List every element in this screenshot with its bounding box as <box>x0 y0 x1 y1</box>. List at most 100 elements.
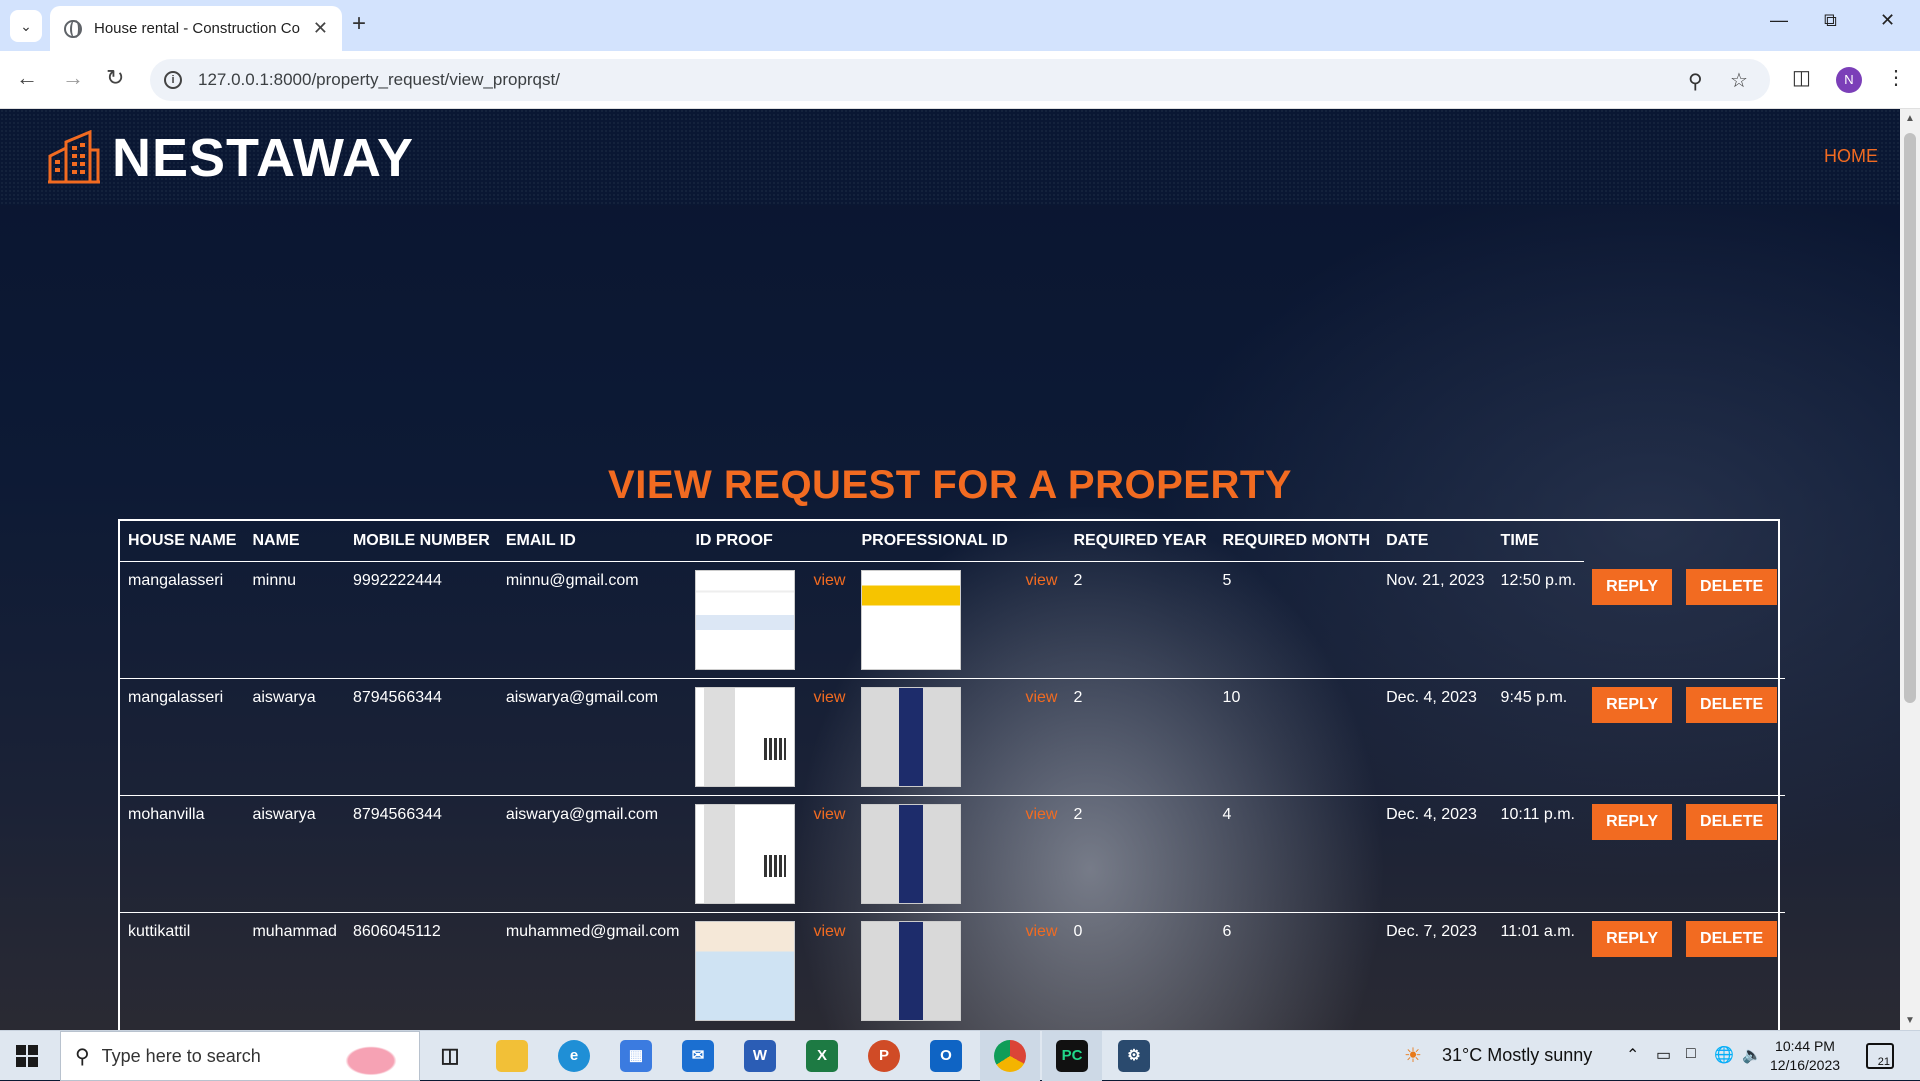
weather-icon[interactable]: ☀ <box>1404 1043 1422 1068</box>
scroll-down-icon[interactable]: ▼ <box>1905 1015 1915 1026</box>
url-text[interactable]: 127.0.0.1:8000/property_request/view_pro… <box>198 70 560 90</box>
id-proof-image[interactable] <box>695 686 796 787</box>
browser-toolbar: ← → ↻ i 127.0.0.1:8000/property_request/… <box>0 51 1920 109</box>
id-proof-view-link[interactable]: view <box>813 689 845 706</box>
professional-id-view-link[interactable]: view <box>1025 689 1057 706</box>
cell-name: aiswarya <box>244 678 345 796</box>
mail-icon[interactable]: ✉ <box>682 1040 714 1072</box>
delete-button[interactable]: DELETE <box>1686 686 1778 723</box>
notification-center-icon[interactable]: 21 <box>1866 1043 1894 1069</box>
sql-workbench-icon[interactable]: ⚙ <box>1118 1040 1150 1072</box>
id-proof-view-link[interactable]: view <box>813 806 845 823</box>
search-highlight-icon <box>331 1038 411 1076</box>
windows-start-icon[interactable] <box>16 1045 38 1067</box>
tab-search-chevron-icon[interactable]: ⌄ <box>10 10 42 42</box>
delete-button[interactable]: DELETE <box>1686 803 1778 840</box>
reply-button[interactable]: REPLY <box>1592 569 1673 605</box>
pycharm-icon[interactable]: PC <box>1056 1040 1088 1072</box>
id-proof-image[interactable] <box>695 920 796 1021</box>
profile-avatar[interactable]: N <box>1836 67 1862 93</box>
cell-actions: REPLY DELETE <box>1584 678 1786 796</box>
id-proof-view-link[interactable]: view <box>813 923 845 940</box>
site-logo[interactable]: NESTAWAY <box>46 127 414 189</box>
scroll-up-icon[interactable]: ▲ <box>1905 113 1915 124</box>
minimize-icon[interactable]: — <box>1770 10 1788 31</box>
professional-id-image[interactable] <box>861 686 962 787</box>
browser-tab[interactable]: House rental - Construction Co ✕ <box>50 6 342 51</box>
page-title: VIEW REQUEST FOR A PROPERTY <box>608 463 1292 507</box>
id-proof-image[interactable] <box>695 803 796 904</box>
edge-browser-icon[interactable]: e <box>558 1040 590 1072</box>
nav-home-link[interactable]: HOME <box>1824 146 1878 167</box>
delete-button[interactable]: DELETE <box>1686 569 1778 605</box>
cell-name: aiswarya <box>244 795 345 913</box>
reply-button[interactable]: REPLY <box>1592 686 1673 723</box>
back-icon[interactable]: ← <box>16 65 38 91</box>
microsoft-store-icon[interactable]: ▦ <box>620 1040 652 1072</box>
search-icon: ⚲ <box>75 1045 90 1068</box>
weather-text[interactable]: 31°C Mostly sunny <box>1442 1045 1592 1066</box>
professional-id-image[interactable] <box>861 803 962 904</box>
forward-icon[interactable]: → <box>62 65 84 91</box>
professional-id-image[interactable] <box>861 920 962 1021</box>
cell-id-proof: view <box>687 795 854 913</box>
cell-mobile: 8606045112 <box>352 922 441 940</box>
network-globe-icon[interactable]: 🌐 <box>1714 1045 1734 1065</box>
id-proof-image[interactable] <box>695 569 796 670</box>
scrollbar-thumb[interactable] <box>1904 133 1916 703</box>
word-icon[interactable]: W <box>744 1040 776 1072</box>
building-logo-icon <box>48 130 100 184</box>
page-scrollbar[interactable]: ▲ ▼ <box>1900 109 1920 1030</box>
professional-id-view-link[interactable]: view <box>1025 923 1057 940</box>
address-bar[interactable]: i 127.0.0.1:8000/property_request/view_p… <box>150 59 1770 101</box>
chrome-icon[interactable] <box>994 1040 1026 1072</box>
new-tab-icon[interactable]: + <box>352 10 366 38</box>
cell-house-name: mangalasseri <box>120 561 245 679</box>
cell-mobile: 9992222444 <box>344 561 498 679</box>
site-info-icon[interactable]: i <box>164 71 182 89</box>
reply-button[interactable]: REPLY <box>1592 803 1673 840</box>
delete-button[interactable]: DELETE <box>1686 920 1778 957</box>
taskbar-search-box[interactable]: ⚲ Type here to search <box>60 1031 420 1081</box>
window-close-icon[interactable]: ✕ <box>1880 10 1895 31</box>
professional-id-view-link[interactable]: view <box>1025 806 1057 823</box>
task-view-icon[interactable]: ◫ <box>434 1040 466 1072</box>
cell-name: muhammad <box>252 922 337 940</box>
cell-professional-id: view <box>853 561 1066 679</box>
tray-chevron-icon[interactable]: ⌃ <box>1626 1045 1639 1065</box>
cell-required-year: 0 <box>1073 922 1083 940</box>
zoom-icon[interactable]: ⚲ <box>1688 69 1703 94</box>
table-row: mangalasseri aiswarya 8794566344 aiswarya@g… <box>120 678 1786 796</box>
file-explorer-icon[interactable] <box>496 1040 528 1072</box>
id-proof-view-link[interactable]: view <box>813 572 845 589</box>
cell-id-proof: view <box>687 912 853 1029</box>
bookmark-star-icon[interactable]: ☆ <box>1730 68 1748 93</box>
reload-icon[interactable]: ↻ <box>106 65 124 91</box>
restore-icon[interactable]: ⧉ <box>1824 10 1837 31</box>
volume-icon[interactable]: 🔈 <box>1742 1045 1762 1065</box>
cell-required-year: 2 <box>1065 678 1215 796</box>
cell-time: 9:45 p.m. <box>1492 678 1585 796</box>
device-icon[interactable]: □ <box>1686 1045 1696 1063</box>
col-header-professional-id: PROFESSIONAL ID <box>853 521 1066 562</box>
outlook-icon[interactable]: O <box>930 1040 962 1072</box>
professional-id-view-link[interactable]: view <box>1025 572 1057 589</box>
powerpoint-icon[interactable]: P <box>868 1040 900 1072</box>
table-row: mangalasseri minnu 9992222444 minnu@gmail.c… <box>120 561 1786 679</box>
site-header: NESTAWAY HOME <box>0 109 1900 205</box>
reply-button[interactable]: REPLY <box>1592 920 1673 957</box>
battery-icon[interactable]: ▭ <box>1656 1045 1671 1065</box>
browser-tabstrip: ⌄ House rental - Construction Co ✕ + — ⧉… <box>0 0 1920 51</box>
menu-kebab-icon[interactable]: ⋮ <box>1886 65 1906 90</box>
taskbar-clock[interactable]: 10:44 PM 12/16/2023 <box>1760 1037 1850 1075</box>
col-header-name: NAME <box>244 521 345 562</box>
cell-actions: REPLY DELETE <box>1584 795 1786 913</box>
taskbar: ⚲ Type here to search ◫ e ▦ ✉ W X P O PC… <box>0 1030 1920 1081</box>
cell-required-month: 5 <box>1214 561 1379 679</box>
requests-table-container: HOUSE NAME NAME MOBILE NUMBER EMAIL ID I… <box>118 519 1786 1030</box>
globe-icon <box>64 19 82 38</box>
excel-icon[interactable]: X <box>806 1040 838 1072</box>
tab-close-icon[interactable]: ✕ <box>313 18 328 39</box>
side-panel-icon[interactable]: ◫ <box>1792 65 1811 90</box>
professional-id-image[interactable] <box>861 569 962 670</box>
